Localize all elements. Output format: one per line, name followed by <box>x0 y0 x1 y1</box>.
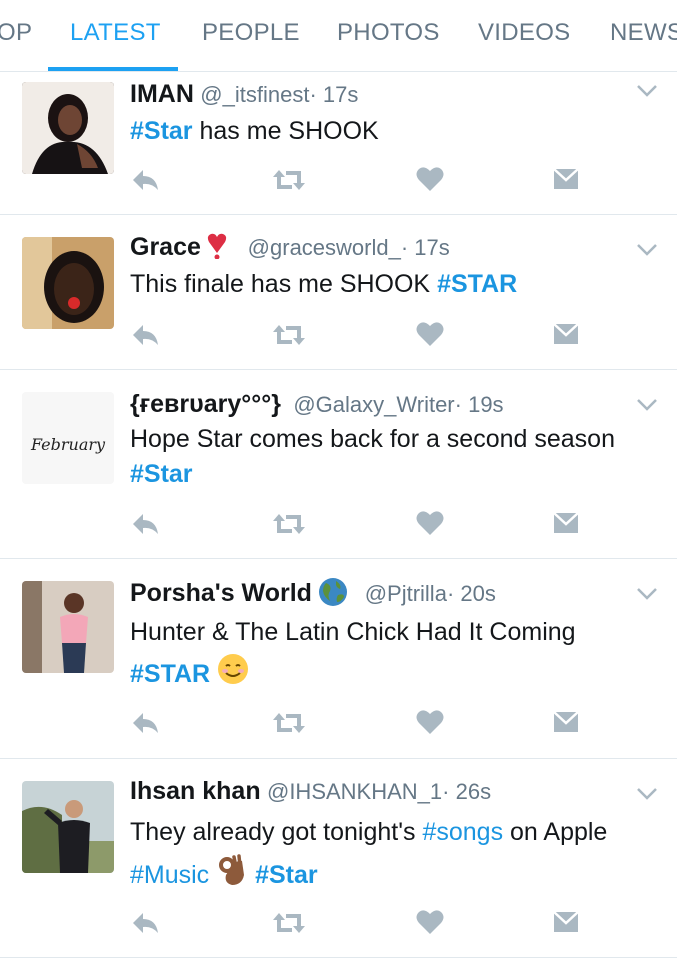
timestamp[interactable]: · 26s <box>442 779 491 804</box>
chevron-down-icon[interactable] <box>636 587 658 606</box>
tweet-text: This finale has me SHOOK #STAR <box>130 267 650 302</box>
active-tab-indicator <box>48 67 178 71</box>
tweet-actions <box>0 510 677 542</box>
hashtag[interactable]: #STAR <box>437 270 517 298</box>
avatar[interactable] <box>22 237 114 329</box>
retweet-icon[interactable] <box>272 321 306 354</box>
avatar[interactable] <box>22 781 114 873</box>
ok-hand-emoji-icon <box>216 853 248 900</box>
tweet-actions <box>0 321 677 353</box>
avatar[interactable]: February <box>22 392 114 484</box>
chevron-down-icon[interactable] <box>636 243 658 262</box>
username[interactable]: @gracesworld_ <box>248 235 401 260</box>
tweet-text: #Star has me SHOOK <box>130 114 650 149</box>
avatar-signature-text: February <box>30 435 106 454</box>
tweet-header: {ғeвrυary°°°} @Galaxy_Writer· 19s <box>130 390 504 419</box>
tweet-text-segment <box>210 660 217 688</box>
retweet-icon[interactable] <box>272 510 306 543</box>
tweet-text-segment: on Apple <box>503 818 608 846</box>
hashtag[interactable]: #Star <box>130 117 193 145</box>
tab-latest[interactable]: LATEST <box>70 19 161 47</box>
display-name[interactable]: Porsha's World <box>130 579 312 607</box>
tweet-text-segment: This finale has me SHOOK <box>130 270 438 298</box>
tweet-text: Hunter & The Latin Chick Had It Coming #… <box>130 611 650 698</box>
retweet-icon[interactable] <box>272 709 306 742</box>
tweet-header: Porsha's World @Pjtrilla· 20s <box>130 577 496 613</box>
reply-icon[interactable] <box>130 510 160 543</box>
reply-icon[interactable] <box>130 709 160 742</box>
username[interactable]: @Pjtrilla <box>365 581 447 606</box>
tab-news[interactable]: NEWS <box>610 19 677 47</box>
direct-message-icon[interactable] <box>552 709 580 740</box>
reply-icon[interactable] <box>130 166 160 199</box>
username[interactable]: @_itsfinest <box>200 82 309 107</box>
username[interactable]: @IHSANKHAN_1 <box>267 779 442 804</box>
like-icon[interactable] <box>416 709 444 740</box>
hashtag[interactable]: #songs <box>422 818 503 846</box>
chevron-down-icon[interactable] <box>636 84 658 103</box>
like-icon[interactable] <box>416 510 444 541</box>
tweet[interactable]: Porsha's World @Pjtrilla· 20s Hunter & T… <box>0 559 677 759</box>
timestamp[interactable]: · 17s <box>401 235 450 260</box>
tweet-text-segment: has me SHOOK <box>192 117 379 145</box>
tweet[interactable]: IMAN @_itsfinest· 17s #Star has me SHOOK <box>0 72 677 215</box>
tweet-text-segment <box>209 861 216 889</box>
tweet-actions <box>0 909 677 941</box>
display-name[interactable]: Ihsan khan <box>130 777 261 805</box>
smiling-face-emoji-icon <box>217 653 249 698</box>
tweet-text-segment: Hunter & The Latin Chick Had It Coming <box>130 618 576 646</box>
chevron-down-icon[interactable] <box>636 787 658 806</box>
tab-videos[interactable]: VIDEOS <box>478 19 571 47</box>
tab-bar: OP LATEST PEOPLE PHOTOS VIDEOS NEWS <box>0 0 677 72</box>
tweet-actions <box>0 166 677 198</box>
direct-message-icon[interactable] <box>552 321 580 352</box>
tweet-text-segment: They already got tonight's <box>130 818 423 846</box>
retweet-icon[interactable] <box>272 909 306 942</box>
like-icon[interactable] <box>416 909 444 940</box>
hashtag[interactable]: #STAR <box>130 660 210 688</box>
avatar[interactable] <box>22 82 114 174</box>
tweet-actions <box>0 709 677 741</box>
direct-message-icon[interactable] <box>552 909 580 940</box>
timestamp[interactable]: · 20s <box>447 581 496 606</box>
timestamp[interactable]: · 17s <box>309 82 358 107</box>
globe-emoji-icon <box>318 577 348 613</box>
tweet-text: Hope Star comes back for a second season… <box>130 422 650 492</box>
like-icon[interactable] <box>416 321 444 352</box>
reply-icon[interactable] <box>130 909 160 942</box>
avatar[interactable] <box>22 581 114 673</box>
chevron-down-icon[interactable] <box>636 398 658 417</box>
tab-photos[interactable]: PHOTOS <box>337 19 440 47</box>
tweet-text: They already got tonight's #songs on App… <box>130 811 650 900</box>
tweet-text-segment: Hope Star comes back for a second season <box>130 425 615 453</box>
timestamp[interactable]: · 19s <box>455 392 504 417</box>
tweet-header: IMAN @_itsfinest· 17s <box>130 80 358 109</box>
display-name[interactable]: IMAN <box>130 80 194 108</box>
display-name[interactable]: {ғeвrυary°°°} <box>130 390 281 418</box>
tweet[interactable]: Ihsan khan @IHSANKHAN_1· 26s They alread… <box>0 759 677 958</box>
display-name[interactable]: Grace <box>130 233 201 261</box>
like-icon[interactable] <box>416 166 444 197</box>
direct-message-icon[interactable] <box>552 510 580 541</box>
hashtag[interactable]: #Star <box>130 460 193 488</box>
heart-exclamation-emoji-icon <box>207 233 227 265</box>
direct-message-icon[interactable] <box>552 166 580 197</box>
reply-icon[interactable] <box>130 321 160 354</box>
username[interactable]: @Galaxy_Writer <box>293 392 454 417</box>
retweet-icon[interactable] <box>272 166 306 199</box>
hashtag[interactable]: #Star <box>255 861 318 889</box>
tweet[interactable]: Grace @gracesworld_· 17s This finale has… <box>0 215 677 370</box>
tab-people[interactable]: PEOPLE <box>202 19 300 47</box>
tweet-header: Ihsan khan @IHSANKHAN_1· 26s <box>130 777 491 806</box>
hashtag[interactable]: #Music <box>130 861 209 889</box>
tweet-header: Grace @gracesworld_· 17s <box>130 233 450 265</box>
tweet[interactable]: February {ғeвrυary°°°} @Galaxy_Writer· 1… <box>0 370 677 559</box>
tab-top[interactable]: OP <box>0 19 32 47</box>
